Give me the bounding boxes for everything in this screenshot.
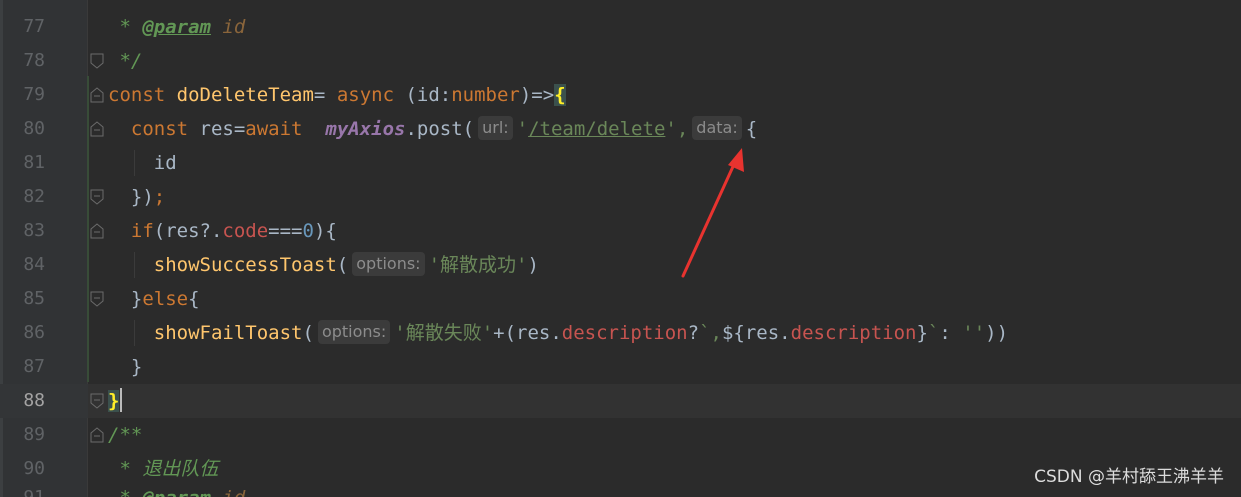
watermark: CSDN @羊村舔王沸羊羊 [1034,467,1224,487]
annotation-arrow [681,148,744,278]
code-editor[interactable]: 77 * @param id 78 */ 79 const doDeleteTe… [0,0,1241,497]
